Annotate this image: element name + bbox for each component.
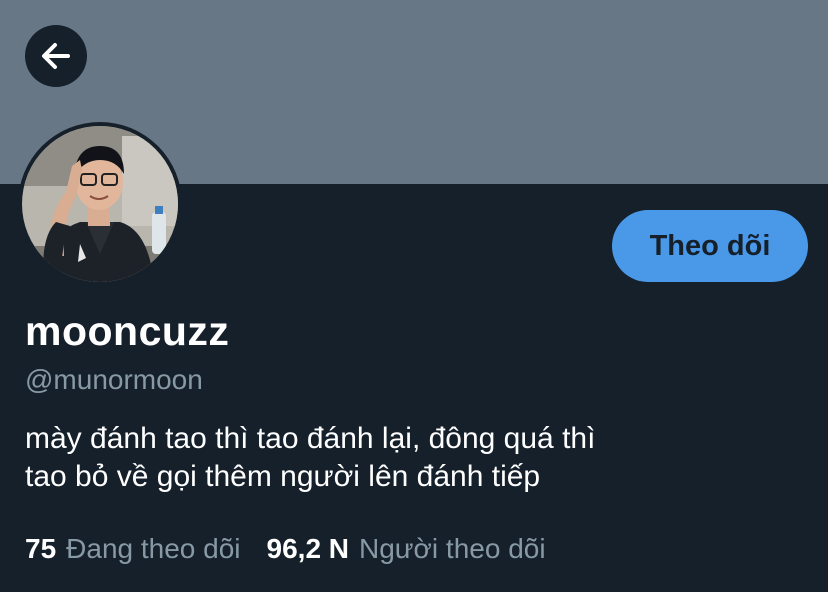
followers-count: 96,2 N — [266, 533, 350, 564]
following-label: Đang theo dõi — [66, 533, 241, 564]
profile-stats: 75 Đang theo dõi 96,2 N Người theo dõi — [25, 533, 546, 565]
follow-button-label: Theo dõi — [649, 229, 771, 262]
profile-photo — [22, 126, 178, 282]
bio-line: tao bỏ về gọi thêm người lên đánh tiếp — [25, 460, 541, 493]
followers-stat[interactable]: 96,2 N Người theo dõi — [267, 533, 546, 565]
following-stat[interactable]: 75 Đang theo dõi — [25, 533, 241, 565]
display-name: mooncuzz — [25, 308, 230, 354]
followers-label: Người theo dõi — [359, 533, 546, 564]
back-button[interactable] — [25, 25, 87, 87]
arrow-left-icon — [38, 38, 74, 74]
profile-bio: mày đánh tao thì tao đánh lại, đông quá … — [25, 420, 815, 496]
avatar[interactable] — [18, 122, 182, 286]
bio-line: mày đánh tao thì tao đánh lại, đông quá … — [25, 422, 596, 455]
following-count: 75 — [25, 533, 57, 564]
follow-button[interactable]: Theo dõi — [612, 210, 808, 282]
user-handle: @munormoon — [25, 364, 203, 395]
